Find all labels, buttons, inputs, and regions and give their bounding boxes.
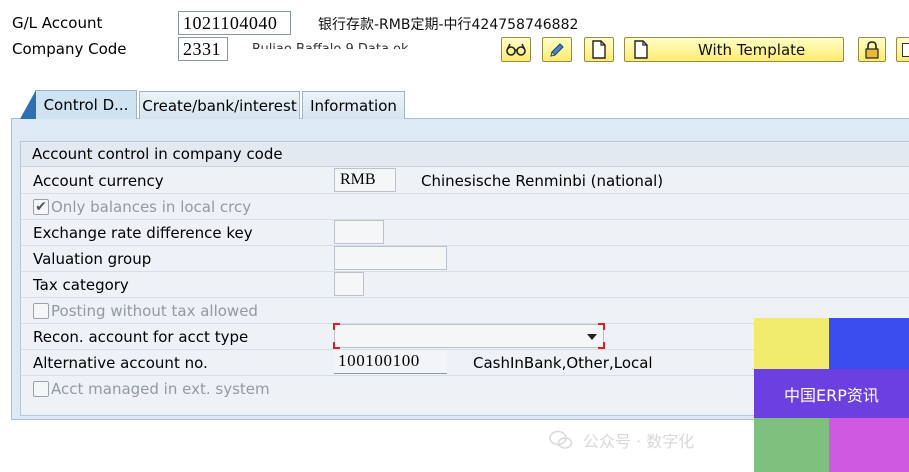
- document-icon: [592, 40, 606, 59]
- gl-account-label: G/L Account: [12, 14, 103, 32]
- glasses-icon: [506, 43, 526, 56]
- valuation-group-field[interactable]: [334, 246, 447, 270]
- posting-without-tax-label: Posting without tax allowed: [51, 302, 258, 320]
- tab-accent: [20, 90, 36, 119]
- valuation-group-label: Valuation group: [33, 250, 152, 268]
- pencil-icon: [550, 42, 564, 57]
- row-divider: [21, 271, 909, 272]
- gl-account-description: 银行存款-RMB定期-中行424758746882: [318, 17, 579, 33]
- only-balances-checkbox[interactable]: ✔: [33, 199, 49, 215]
- account-currency-label: Account currency: [33, 172, 164, 190]
- posting-without-tax-checkbox[interactable]: [33, 303, 49, 319]
- group-title: Account control in company code: [21, 142, 909, 167]
- company-code-label: Company Code: [12, 40, 127, 58]
- company-code-field[interactable]: 2331: [178, 37, 228, 61]
- tab-label: Information: [310, 96, 397, 115]
- with-template-button[interactable]: With Template: [624, 37, 844, 62]
- checkmark-icon: ✔: [35, 199, 47, 215]
- wechat-icon: [549, 430, 573, 449]
- acct-managed-ext-label: Acct managed in ext. system: [51, 380, 270, 398]
- display-change-button[interactable]: [501, 37, 531, 62]
- company-name-partial: Ruliao Baffalo 9 Data ok: [252, 40, 442, 49]
- create-button[interactable]: [584, 37, 614, 62]
- tax-category-field[interactable]: [334, 272, 364, 296]
- more-button[interactable]: [896, 37, 909, 62]
- watermark-tile-green: [754, 418, 829, 472]
- alternative-account-field[interactable]: 100100100: [334, 350, 447, 374]
- watermark-tile-magenta: [829, 418, 909, 472]
- row-divider: [21, 245, 909, 246]
- tab-control-data[interactable]: Control D...: [35, 90, 137, 119]
- account-currency-field[interactable]: RMB: [334, 168, 396, 192]
- tab-label: Control D...: [43, 96, 129, 114]
- tab-label: Create/bank/interest: [142, 96, 297, 115]
- watermark-tile-yellow: [754, 318, 829, 369]
- alternative-account-description: CashInBank,Other,Local: [473, 354, 653, 372]
- lock-button[interactable]: [858, 37, 886, 62]
- exchange-rate-key-label: Exchange rate difference key: [33, 224, 253, 242]
- tab-information[interactable]: Information: [302, 91, 405, 119]
- edit-button[interactable]: [542, 37, 572, 62]
- watermark-brand-text: 中国ERP资讯: [784, 385, 879, 405]
- dropdown-arrow-icon: [587, 334, 597, 340]
- watermark-footer-text: 公众号 · 数字化: [583, 432, 695, 451]
- watermark-footer: 公众号 · 数字化: [549, 428, 694, 452]
- with-template-label: With Template: [698, 40, 806, 59]
- acct-managed-ext-checkbox[interactable]: [33, 381, 49, 397]
- focus-corner: [598, 323, 605, 330]
- alternative-account-label: Alternative account no.: [33, 354, 208, 372]
- focus-corner: [333, 342, 340, 349]
- gl-account-field[interactable]: 1021104040: [178, 11, 291, 35]
- exchange-rate-key-field[interactable]: [334, 220, 384, 244]
- recon-account-label: Recon. account for acct type: [33, 328, 249, 346]
- account-currency-description: Chinesische Renminbi (national): [421, 172, 664, 190]
- focus-corner: [333, 323, 340, 330]
- recon-account-dropdown[interactable]: [333, 323, 605, 349]
- row-divider: [21, 219, 909, 220]
- tab-create-bank-interest[interactable]: Create/bank/interest: [139, 91, 300, 119]
- watermark-tile-blue: [829, 318, 909, 369]
- row-divider: [21, 193, 909, 194]
- focus-corner: [598, 342, 605, 349]
- document-template-icon: [634, 40, 648, 59]
- tax-category-label: Tax category: [33, 276, 129, 294]
- only-balances-label: Only balances in local crcy: [51, 198, 252, 216]
- watermark-banner: 中国ERP资讯: [754, 369, 909, 418]
- lock-icon: [865, 40, 879, 59]
- more-icon: [902, 42, 909, 57]
- row-divider: [21, 297, 909, 298]
